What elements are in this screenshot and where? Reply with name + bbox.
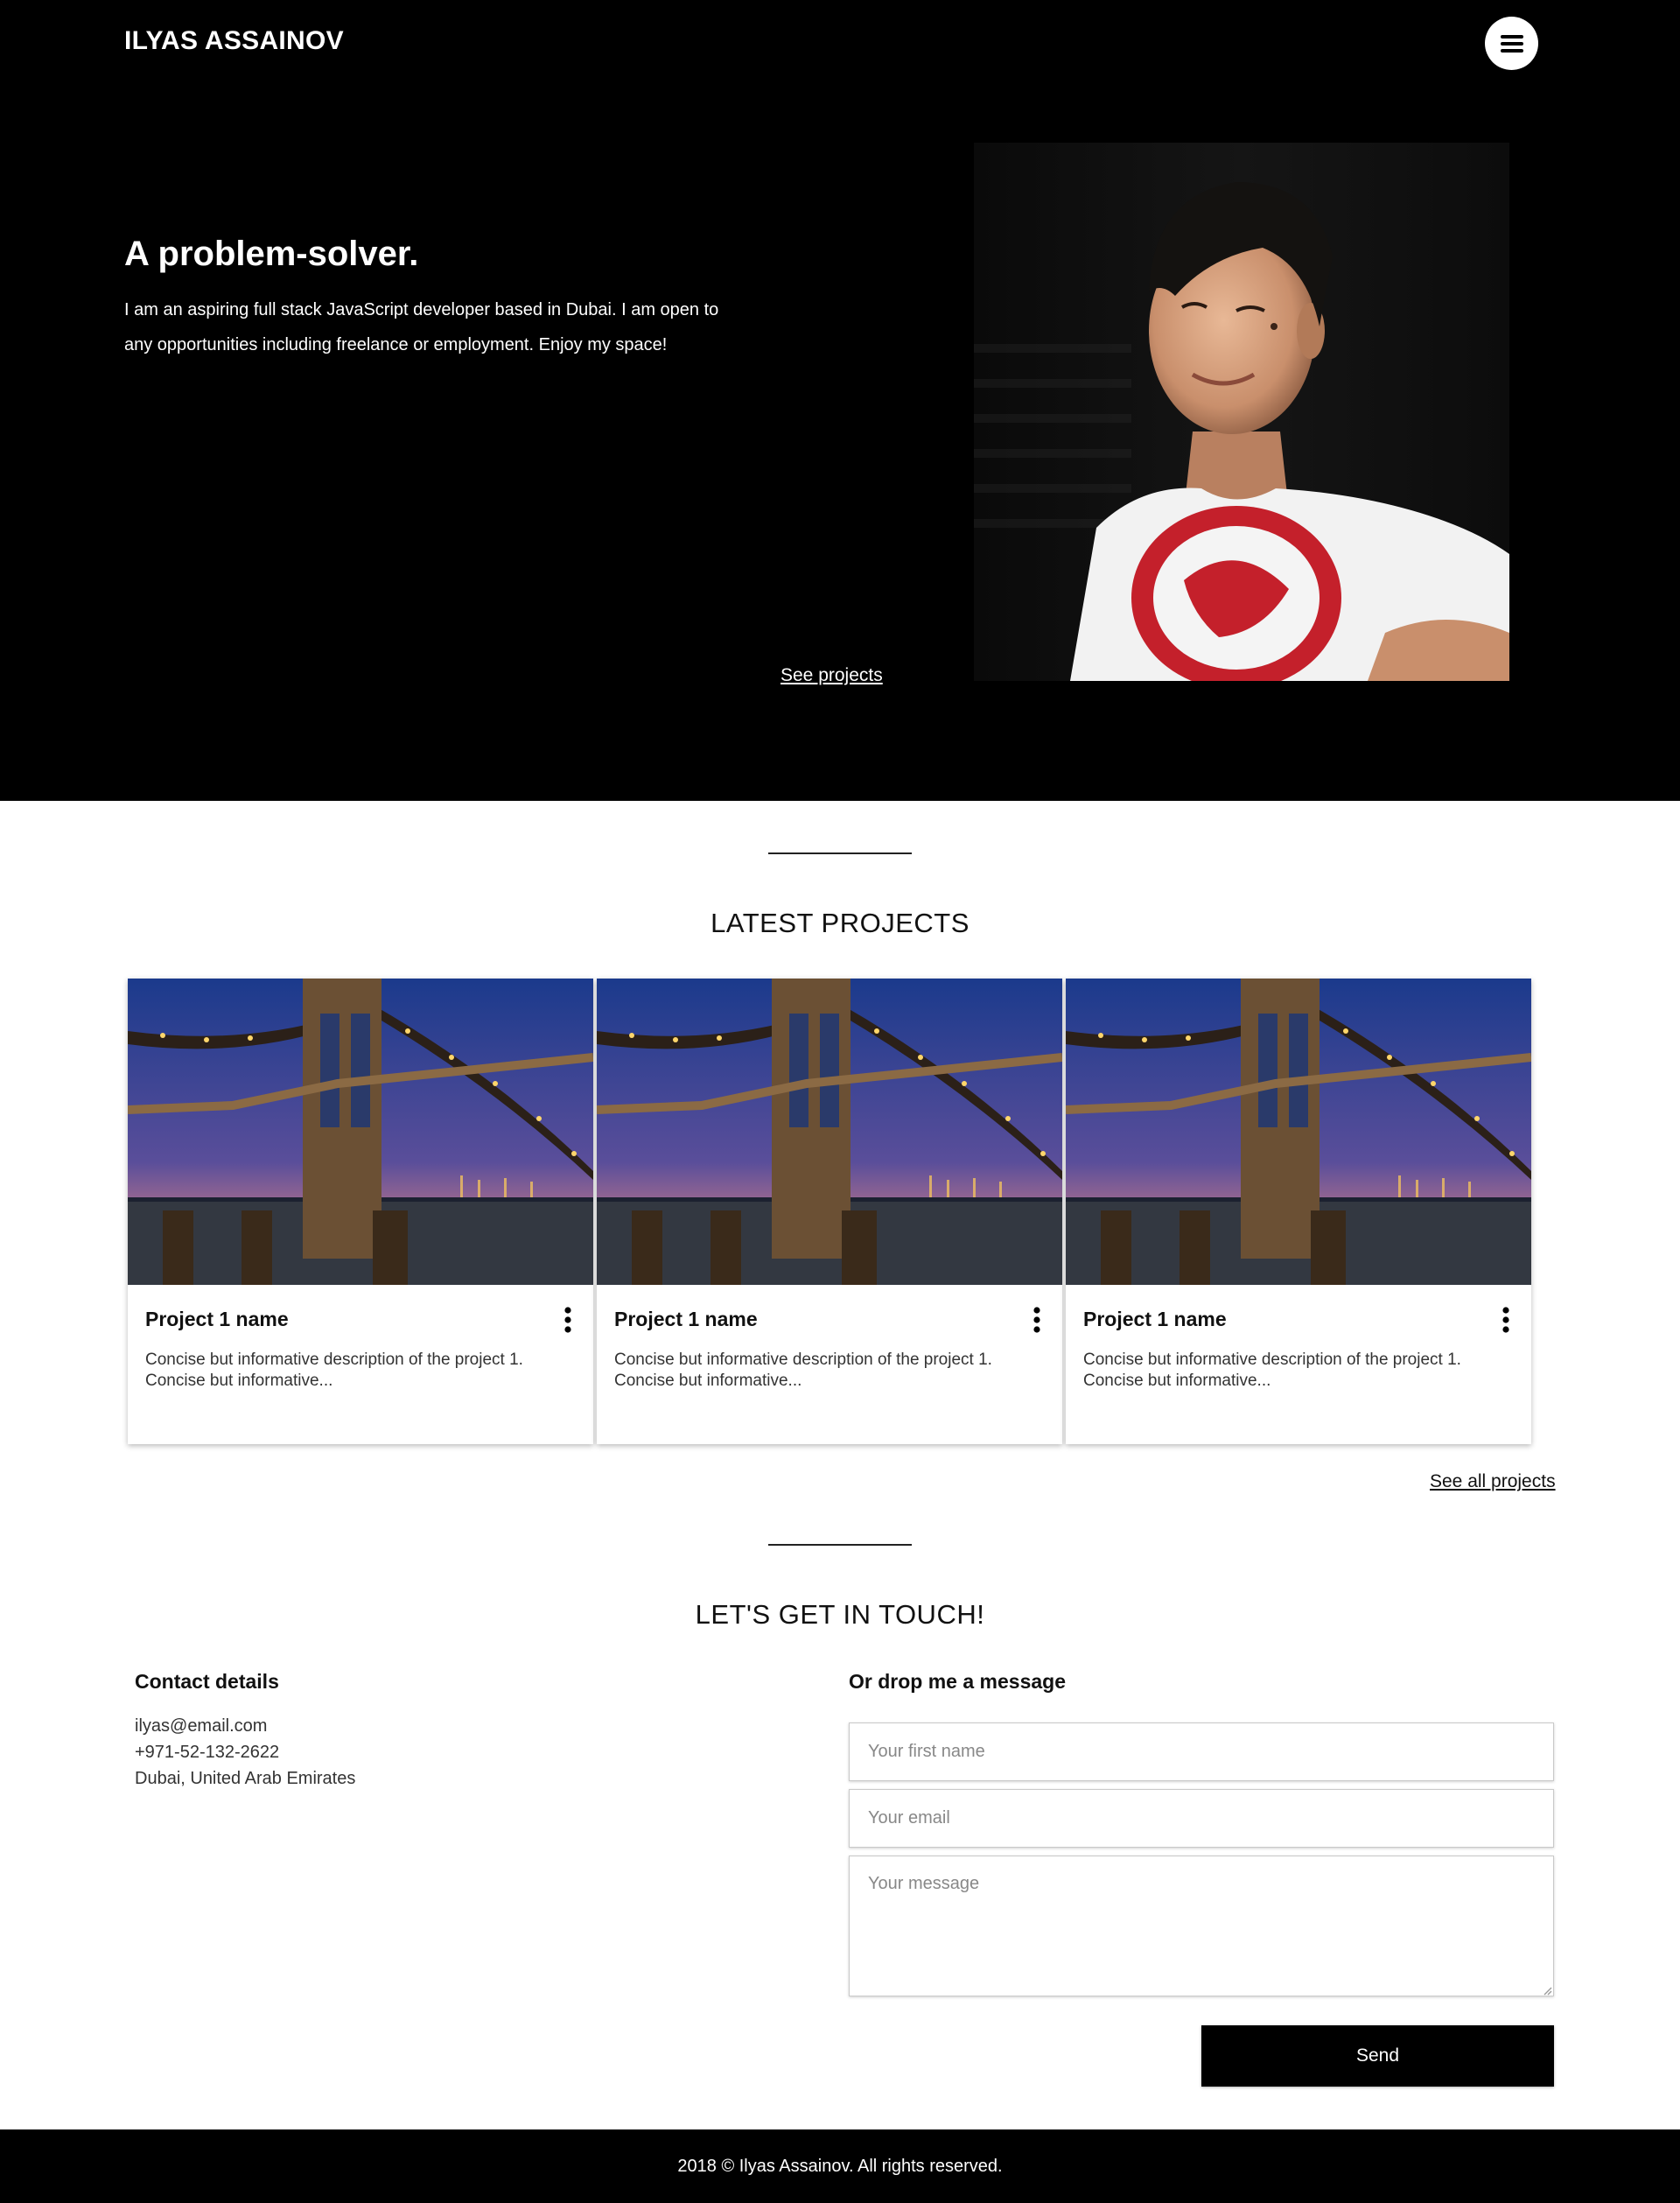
latest-projects-heading: LATEST PROJECTS bbox=[710, 908, 970, 938]
profile-photo bbox=[974, 143, 1509, 681]
card-menu-button[interactable] bbox=[562, 1306, 574, 1334]
more-vertical-icon bbox=[1502, 1307, 1509, 1333]
project-description: Concise but informative description of t… bbox=[614, 1351, 992, 1390]
contact-phone: +971-52-132-2622 bbox=[135, 1743, 280, 1762]
section-divider bbox=[768, 1544, 912, 1546]
see-projects-link[interactable]: See projects bbox=[780, 665, 883, 686]
project-title[interactable]: Project 1 name bbox=[145, 1308, 289, 1331]
card-menu-button[interactable] bbox=[1031, 1306, 1043, 1334]
project-title[interactable]: Project 1 name bbox=[1083, 1308, 1227, 1331]
message-textarea[interactable] bbox=[849, 1856, 1554, 1996]
hero-intro-text: I am an aspiring full stack JavaScript d… bbox=[124, 300, 719, 354]
project-card[interactable]: Project 1 name Concise but informative d… bbox=[128, 979, 593, 1444]
card-menu-button[interactable] bbox=[1500, 1306, 1512, 1334]
project-description: Concise but informative description of t… bbox=[145, 1351, 523, 1390]
section-divider bbox=[768, 852, 912, 854]
footer: 2018 © Ilyas Assainov. All rights reserv… bbox=[0, 2129, 1680, 2203]
hamburger-menu-icon bbox=[1500, 34, 1523, 53]
contact-email: ilyas@email.com bbox=[135, 1716, 268, 1736]
send-button[interactable]: Send bbox=[1201, 2025, 1554, 2087]
project-image bbox=[128, 979, 593, 1285]
message-form-title: Or drop me a message bbox=[849, 1670, 1066, 1693]
project-card[interactable]: Project 1 name Concise but informative d… bbox=[597, 979, 1062, 1444]
project-title[interactable]: Project 1 name bbox=[614, 1308, 758, 1331]
contact-location: Dubai, United Arab Emirates bbox=[135, 1769, 356, 1788]
first-name-input[interactable] bbox=[849, 1722, 1554, 1781]
projects-grid: Project 1 name Concise but informative d… bbox=[128, 979, 1531, 1444]
email-input[interactable] bbox=[849, 1789, 1554, 1848]
site-brand[interactable]: ILYAS ASSAINOV bbox=[124, 26, 344, 56]
see-all-projects-link[interactable]: See all projects bbox=[1430, 1471, 1556, 1492]
resize-handle-icon[interactable] bbox=[1542, 1985, 1552, 1996]
contact-heading: LET'S GET IN TOUCH! bbox=[695, 1599, 985, 1630]
project-image bbox=[1066, 979, 1531, 1285]
project-card[interactable]: Project 1 name Concise but informative d… bbox=[1066, 979, 1531, 1444]
more-vertical-icon bbox=[564, 1307, 571, 1333]
hero-title: A problem-solver. bbox=[124, 235, 419, 273]
project-image bbox=[597, 979, 1062, 1285]
project-description: Concise but informative description of t… bbox=[1083, 1351, 1461, 1390]
copyright-text: 2018 © Ilyas Assainov. All rights reserv… bbox=[677, 2156, 1003, 2176]
menu-button[interactable] bbox=[1485, 17, 1538, 70]
hero-section: ILYAS ASSAINOV A problem-solver. I am an… bbox=[0, 0, 1680, 801]
contact-details-title: Contact details bbox=[135, 1670, 279, 1693]
more-vertical-icon bbox=[1033, 1307, 1040, 1333]
